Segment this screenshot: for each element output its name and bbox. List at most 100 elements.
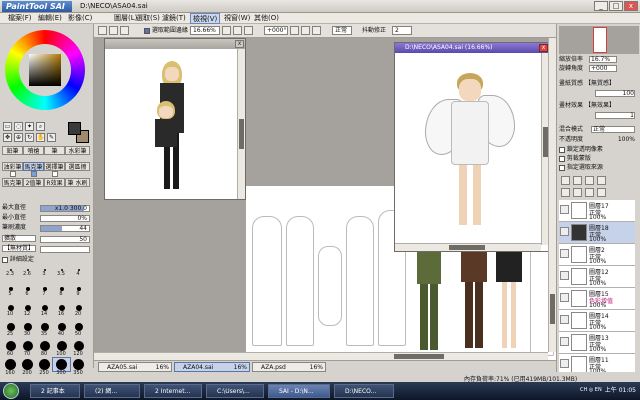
param-min-size[interactable]: 最小直徑 0% <box>2 214 90 222</box>
magic-wand-icon[interactable]: ✦ <box>25 122 34 131</box>
zoom-out-icon[interactable] <box>222 26 231 35</box>
task-neco[interactable]: D:\NECO... <box>334 384 394 398</box>
canvas-vscroll[interactable] <box>548 38 556 352</box>
layer-row[interactable]: 圖層12 正常 100% <box>559 266 635 288</box>
menu-view[interactable]: 檢視(V) <box>190 13 221 24</box>
select-fade-checkbox[interactable] <box>144 27 150 34</box>
brush-size-preset[interactable]: 7 <box>36 286 53 299</box>
clear-layer-icon[interactable] <box>585 188 594 197</box>
brush-pen[interactable]: 筆 <box>44 146 65 155</box>
brush-size-preset[interactable]: 3 <box>36 268 53 281</box>
subwindow-angel-title[interactable]: D:\NECO\ASA04.sai (16.66%) <box>395 43 549 53</box>
merge-down-icon[interactable] <box>573 188 582 197</box>
brush-size-preset[interactable]: 9 <box>70 286 87 299</box>
subwindow-lineup-close-button[interactable]: x <box>235 40 244 48</box>
detail-settings-row[interactable]: 詳細設定 <box>2 256 90 264</box>
canvas-hscroll[interactable] <box>94 352 548 360</box>
brush-size-preset[interactable]: 25 <box>2 322 19 337</box>
navigator-viewport[interactable] <box>593 27 607 53</box>
rotate-reset-icon[interactable] <box>312 26 321 35</box>
canvas-hscroll-thumb[interactable] <box>394 354 444 359</box>
brush-pencil[interactable]: 鉛筆 <box>2 146 23 155</box>
brush-size-preset[interactable]: 160 <box>2 358 19 376</box>
brush-size-preset[interactable]: 60 <box>2 340 19 357</box>
brush-size-preset[interactable]: 12 <box>19 304 36 317</box>
canvas-vscroll-thumb[interactable] <box>550 294 555 324</box>
lasso-icon[interactable]: ◌ <box>14 122 23 131</box>
brush-size-preset[interactable]: 80 <box>36 340 53 357</box>
layer-visibility-icon[interactable] <box>560 337 569 346</box>
rect-select-icon[interactable]: ▭ <box>3 122 12 131</box>
brush-size-preset[interactable]: 35 <box>36 322 53 337</box>
brush-shape-select[interactable]: 擴散 <box>2 235 36 242</box>
nav-zoom-field[interactable]: 16.7% <box>589 56 617 63</box>
lock-alpha-row[interactable]: 鎖定透明像素 <box>559 146 639 154</box>
blend-mode-row[interactable]: 混合模式 正常 <box>559 126 639 134</box>
menu-file[interactable]: 檔案(F) <box>6 13 34 24</box>
canvas-area[interactable]: x D:\NECO\ASA04.sai (16.66%) x <box>94 38 556 360</box>
layer-visibility-icon[interactable] <box>560 359 569 368</box>
task-explorer[interactable]: C:\Users\... <box>206 384 264 398</box>
brush-size-preset[interactable]: 6 <box>19 286 36 299</box>
brush-size-preset[interactable]: 300 <box>52 357 71 376</box>
hand-icon[interactable]: ✋ <box>36 133 45 142</box>
brush-binary[interactable]: 2值筆 <box>23 178 44 187</box>
subwindow-lineup-title[interactable] <box>105 39 245 49</box>
layer-blend-select[interactable]: 正常 <box>591 126 635 133</box>
effect-strength-row[interactable]: 1 <box>559 112 639 120</box>
brush-size-preset[interactable]: 200 <box>19 358 36 376</box>
minimize-button[interactable]: _ <box>594 1 608 11</box>
effect-select[interactable]: 【無效果】 <box>585 102 615 109</box>
brush-size-preset[interactable]: 5 <box>2 286 19 299</box>
saturation-value-square[interactable] <box>29 54 61 86</box>
brush-size-preset[interactable]: 30 <box>19 322 36 337</box>
primary-color-swatch[interactable] <box>68 122 81 135</box>
new-layer-icon[interactable] <box>561 176 570 185</box>
layer-row[interactable]: 圖層14 正常 100% <box>559 310 635 332</box>
doc-tab-aza04[interactable]: AZA04.sai 16% <box>174 362 250 372</box>
subwindow-lineup-vscroll-thumb[interactable] <box>239 119 244 149</box>
rotate-left-icon[interactable] <box>290 26 299 35</box>
brush-size-preset[interactable]: 70 <box>19 340 36 357</box>
nav-rotate-field[interactable]: +000 <box>589 65 617 72</box>
brush-size-preset[interactable]: 120 <box>70 340 87 357</box>
brush-watercolor[interactable]: 水彩筆 <box>65 146 90 155</box>
subwindow-angel[interactable]: D:\NECO\ASA04.sai (16.66%) x <box>394 42 550 252</box>
layer-visibility-icon[interactable] <box>560 315 569 324</box>
detail-settings-checkbox[interactable] <box>2 256 8 263</box>
task-internet[interactable]: 2 Internet... <box>144 384 202 398</box>
system-tray[interactable]: CH ◎ EN <box>580 387 602 393</box>
subwindow-angel-hscroll[interactable] <box>395 243 541 251</box>
nav-rotate-row[interactable]: 旋轉角度 +000 <box>559 65 639 73</box>
brush-select-pen[interactable]: 選擇筆 <box>44 162 65 171</box>
lock-alpha-checkbox[interactable] <box>559 146 565 153</box>
brush-size-preset[interactable]: 100 <box>53 340 70 357</box>
save-icon[interactable] <box>120 26 129 35</box>
move-icon[interactable]: ✥ <box>3 133 12 142</box>
menu-other[interactable]: 其他(O) <box>252 13 281 24</box>
brush-size-preset[interactable]: 10 <box>2 304 19 317</box>
angle-field[interactable]: +000° <box>264 26 288 35</box>
subwindow-lineup-vscroll[interactable] <box>237 49 245 199</box>
brush-size-preset[interactable]: 8 <box>53 286 70 299</box>
transfer-down-icon[interactable] <box>561 188 570 197</box>
brush-marker[interactable]: 馬克筆 <box>23 162 44 171</box>
clipping-row[interactable]: 剪裁蒙版 <box>559 155 639 163</box>
selection-source-row[interactable]: 指定選取來源 <box>559 164 639 172</box>
task-notepad[interactable]: 2 記事本 <box>30 384 80 398</box>
brush-airbrush[interactable]: 噴槍 <box>23 146 44 155</box>
brush-size-preset[interactable]: 16 <box>53 304 70 317</box>
effect-row[interactable]: 畫材效果 【無效果】 <box>559 102 639 110</box>
subwindow-angel-hscroll-thumb[interactable] <box>449 245 485 250</box>
menu-window[interactable]: 視窗(W) <box>222 13 252 24</box>
delete-layer-icon[interactable] <box>597 176 606 185</box>
brush-size-preset[interactable]: 2.3 <box>2 268 19 281</box>
layer-row[interactable]: 圖層15 色彩增值 100% <box>559 288 635 310</box>
brush-select-eraser[interactable]: 選區擦 <box>65 162 90 171</box>
brush-water[interactable]: 筆 水刷 <box>65 178 90 187</box>
layer-visibility-icon[interactable] <box>560 249 569 258</box>
brush-effect[interactable]: R效果 <box>44 178 65 187</box>
new-canvas-icon[interactable] <box>98 26 107 35</box>
brush-size-preset[interactable]: 20 <box>70 304 87 317</box>
zoom-field[interactable]: 16.66% <box>190 26 220 35</box>
